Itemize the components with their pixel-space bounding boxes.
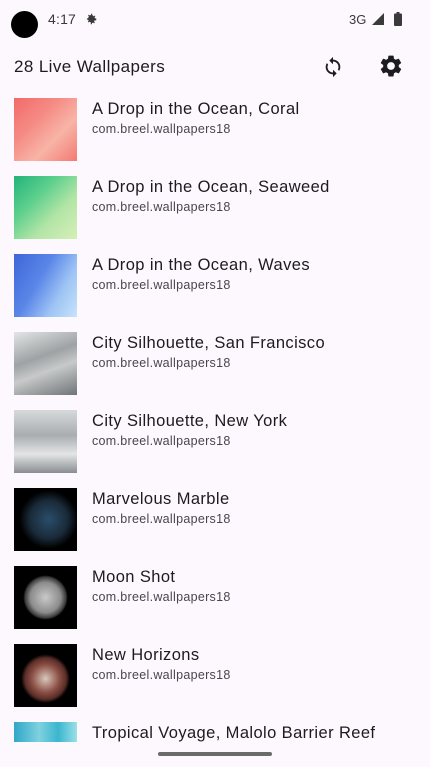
battery-icon: [394, 12, 402, 26]
wallpaper-title: Tropical Voyage, Malolo Barrier Reef: [92, 724, 376, 742]
wallpaper-thumbnail: [14, 722, 77, 742]
list-item[interactable]: Moon Shot com.breel.wallpapers18: [0, 560, 430, 638]
status-time: 4:17: [48, 11, 77, 27]
camera-cutout: [11, 11, 38, 38]
wallpaper-title: New Horizons: [92, 646, 200, 664]
wallpaper-package: com.breel.wallpapers18: [92, 590, 231, 604]
wallpaper-title: A Drop in the Ocean, Coral: [92, 100, 300, 118]
wallpaper-package: com.breel.wallpapers18: [92, 434, 231, 448]
wallpaper-package: com.breel.wallpapers18: [92, 512, 231, 526]
wallpaper-title: Marvelous Marble: [92, 490, 230, 508]
wallpaper-thumbnail: [14, 566, 77, 629]
settings-icon: [380, 55, 402, 77]
wallpaper-package: com.breel.wallpapers18: [92, 356, 231, 370]
page-title: 28 Live Wallpapers: [14, 57, 166, 76]
list-item[interactable]: A Drop in the Ocean, Coral com.breel.wal…: [0, 92, 430, 170]
wallpaper-thumbnail: [14, 254, 77, 317]
wallpaper-title: A Drop in the Ocean, Waves: [92, 256, 310, 274]
list-item[interactable]: City Silhouette, San Francisco com.breel…: [0, 326, 430, 404]
refresh-button[interactable]: [318, 52, 348, 82]
wallpaper-list: A Drop in the Ocean, Coral com.breel.wal…: [0, 92, 430, 742]
list-item[interactable]: Marvelous Marble com.breel.wallpapers18: [0, 482, 430, 560]
wallpaper-thumbnail: [14, 410, 77, 473]
wallpaper-thumbnail: [14, 176, 77, 239]
wallpaper-thumbnail: [14, 488, 77, 551]
wallpaper-thumbnail: [14, 644, 77, 707]
wallpaper-title: City Silhouette, New York: [92, 412, 288, 430]
list-item[interactable]: Tropical Voyage, Malolo Barrier Reef: [0, 716, 430, 742]
list-item[interactable]: New Horizons com.breel.wallpapers18: [0, 638, 430, 716]
wallpaper-thumbnail: [14, 332, 77, 395]
wallpaper-package: com.breel.wallpapers18: [92, 122, 231, 136]
settings-gear-icon: [86, 13, 97, 25]
refresh-icon: [325, 56, 341, 78]
network-type: 3G: [349, 12, 367, 27]
wallpaper-title: A Drop in the Ocean, Seaweed: [92, 178, 330, 196]
list-item[interactable]: City Silhouette, New York com.breel.wall…: [0, 404, 430, 482]
list-item[interactable]: A Drop in the Ocean, Waves com.breel.wal…: [0, 248, 430, 326]
wallpaper-title: City Silhouette, San Francisco: [92, 334, 326, 352]
wallpaper-package: com.breel.wallpapers18: [92, 200, 231, 214]
list-item[interactable]: A Drop in the Ocean, Seaweed com.breel.w…: [0, 170, 430, 248]
settings-button[interactable]: [376, 51, 406, 81]
signal-icon: [372, 13, 384, 25]
app-bar: 28 Live Wallpapers: [0, 44, 430, 88]
wallpaper-title: Moon Shot: [92, 568, 176, 586]
status-bar: 4:17 3G: [0, 0, 430, 40]
gesture-nav-handle[interactable]: [158, 752, 272, 756]
wallpaper-package: com.breel.wallpapers18: [92, 278, 231, 292]
wallpaper-package: com.breel.wallpapers18: [92, 668, 231, 682]
wallpaper-thumbnail: [14, 98, 77, 161]
